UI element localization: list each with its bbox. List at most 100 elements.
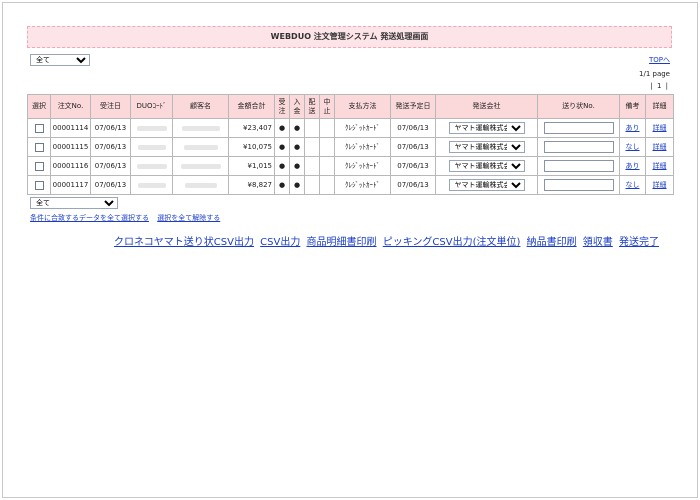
remarks-link[interactable]: あり — [626, 124, 640, 132]
duo-code-redacted — [136, 125, 167, 131]
customer-name-redacted — [180, 163, 221, 169]
customer-name-redacted — [183, 144, 218, 150]
top-link[interactable]: TOPへ — [649, 55, 670, 65]
received-mark: ● — [274, 137, 290, 157]
ship-date: 07/06/13 — [390, 175, 436, 195]
duo-code-cell — [130, 118, 173, 138]
select-all-link[interactable]: 条件に合致するデータを全て選択する — [30, 214, 149, 222]
duo-code-redacted — [136, 163, 167, 169]
tracking-number-input[interactable] — [543, 122, 614, 134]
bulk-selection-links: 条件に合致するデータを全て選択する 選択を全て解除する — [30, 213, 226, 223]
remarks-link[interactable]: なし — [626, 143, 640, 151]
invoice-print-link[interactable]: 納品書印刷 — [527, 237, 577, 248]
detail-cell: 詳細 — [645, 156, 674, 176]
order-total: ¥23,407 — [228, 118, 275, 138]
remarks-link[interactable]: あり — [626, 162, 640, 170]
detail-link[interactable]: 詳細 — [653, 143, 667, 151]
ship-date: 07/06/13 — [390, 118, 436, 138]
col-detail: 詳細 — [645, 94, 674, 119]
order-date: 07/06/13 — [90, 118, 131, 138]
action-links: クロネコヤマト送り状CSV出力 CSV出力 商品明細書印刷 ピッキングCSV出力… — [114, 233, 662, 248]
carrier-select[interactable]: ヤマト運輸株式会社 — [448, 179, 525, 191]
csv-export-link[interactable]: CSV出力 — [260, 237, 300, 248]
receipt-link[interactable]: 領収書 — [583, 237, 613, 248]
order-total: ¥10,075 — [228, 137, 275, 157]
detail-link[interactable]: 詳細 — [653, 181, 667, 189]
delivery-note-print-link[interactable]: 商品明細書印刷 — [307, 237, 377, 248]
order-no: 00001115 — [50, 137, 91, 157]
payment-method: ｸﾚｼﾞｯﾄｶｰﾄﾞ — [334, 118, 391, 138]
tracking-cell — [537, 137, 620, 157]
page-info: 1/1 page — [639, 70, 670, 78]
remarks-link[interactable]: なし — [626, 181, 640, 189]
tracking-number-input[interactable] — [543, 179, 614, 191]
row-select-cell — [27, 175, 51, 195]
carrier-select[interactable]: ヤマト運輸株式会社 — [448, 160, 525, 172]
tracking-number-input[interactable] — [543, 160, 614, 172]
page-nav[interactable]: | 1 | — [650, 82, 669, 90]
ship-date: 07/06/13 — [390, 156, 436, 176]
col-paid-line1: 入 — [293, 97, 301, 106]
paid-mark: ● — [289, 137, 305, 157]
carrier-cell: ヤマト運輸株式会社 — [435, 118, 538, 138]
order-date: 07/06/13 — [90, 137, 131, 157]
tracking-cell — [537, 156, 620, 176]
stopped-mark — [319, 118, 335, 138]
col-shipped-line1: 配 — [308, 97, 316, 106]
order-no: 00001116 — [50, 156, 91, 176]
duo-code-redacted — [137, 182, 166, 188]
col-payment: 支払方法 — [334, 94, 391, 119]
carrier-select[interactable]: ヤマト運輸株式会社 — [448, 141, 525, 153]
paid-mark: ● — [289, 156, 305, 176]
remarks-cell: なし — [619, 175, 646, 195]
col-order-no: 注文No. — [50, 94, 91, 119]
paid-mark: ● — [289, 175, 305, 195]
col-stopped: 中止 — [319, 94, 335, 119]
duo-code-cell — [130, 175, 173, 195]
order-date: 07/06/13 — [90, 156, 131, 176]
row-checkbox[interactable] — [34, 123, 44, 133]
row-select-cell — [27, 118, 51, 138]
row-checkbox[interactable] — [34, 142, 44, 152]
col-stopped-line1: 中 — [323, 97, 331, 106]
col-received-line1: 受 — [278, 97, 286, 106]
table-row: 00001115 07/06/13 ¥10,075 ● ● ｸﾚｼﾞｯﾄｶｰﾄﾞ… — [27, 137, 674, 157]
filter-select-bottom[interactable]: 全て — [30, 197, 118, 209]
shipped-mark — [304, 118, 320, 138]
detail-link[interactable]: 詳細 — [653, 162, 667, 170]
table-row: 00001117 07/06/13 ¥8,827 ● ● ｸﾚｼﾞｯﾄｶｰﾄﾞ … — [27, 175, 674, 195]
page-title: WEBDUO 注文管理システム 発送処理画面 — [27, 26, 672, 48]
col-customer: 顧客名 — [172, 94, 229, 119]
filter-select-top[interactable]: 全て — [30, 54, 90, 66]
payment-method: ｸﾚｼﾞｯﾄｶｰﾄﾞ — [334, 156, 391, 176]
payment-method: ｸﾚｼﾞｯﾄｶｰﾄﾞ — [334, 137, 391, 157]
page-frame — [2, 2, 698, 498]
col-duo-code: DUOｺｰﾄﾞ — [130, 94, 173, 119]
deselect-all-link[interactable]: 選択を全て解除する — [157, 214, 220, 222]
carrier-cell: ヤマト運輸株式会社 — [435, 137, 538, 157]
order-total: ¥8,827 — [228, 175, 275, 195]
remarks-cell: あり — [619, 156, 646, 176]
kuroneko-csv-link[interactable]: クロネコヤマト送り状CSV出力 — [114, 237, 254, 248]
detail-cell: 詳細 — [645, 118, 674, 138]
col-tracking: 送り状No. — [537, 94, 620, 119]
order-total: ¥1,015 — [228, 156, 275, 176]
shipped-mark — [304, 137, 320, 157]
tracking-number-input[interactable] — [543, 141, 614, 153]
detail-cell: 詳細 — [645, 175, 674, 195]
shipping-complete-link[interactable]: 発送完了 — [619, 237, 659, 248]
table-header-row: 選択 注文No. 受注日 DUOｺｰﾄﾞ 顧客名 金額合計 受注 入金 配送 中… — [27, 94, 674, 119]
tracking-cell — [537, 175, 620, 195]
col-paid: 入金 — [289, 94, 305, 119]
col-received-line2: 注 — [278, 106, 286, 115]
stopped-mark — [319, 137, 335, 157]
orders-table: 選択 注文No. 受注日 DUOｺｰﾄﾞ 顧客名 金額合計 受注 入金 配送 中… — [27, 94, 674, 195]
detail-link[interactable]: 詳細 — [653, 124, 667, 132]
row-checkbox[interactable] — [34, 180, 44, 190]
carrier-select[interactable]: ヤマト運輸株式会社 — [448, 122, 525, 134]
picking-csv-link[interactable]: ピッキングCSV出力(注文単位) — [383, 237, 521, 248]
customer-cell — [172, 156, 229, 176]
row-checkbox[interactable] — [34, 161, 44, 171]
col-stopped-line2: 止 — [323, 106, 331, 115]
table-row: 00001114 07/06/13 ¥23,407 ● ● ｸﾚｼﾞｯﾄｶｰﾄﾞ… — [27, 118, 674, 138]
